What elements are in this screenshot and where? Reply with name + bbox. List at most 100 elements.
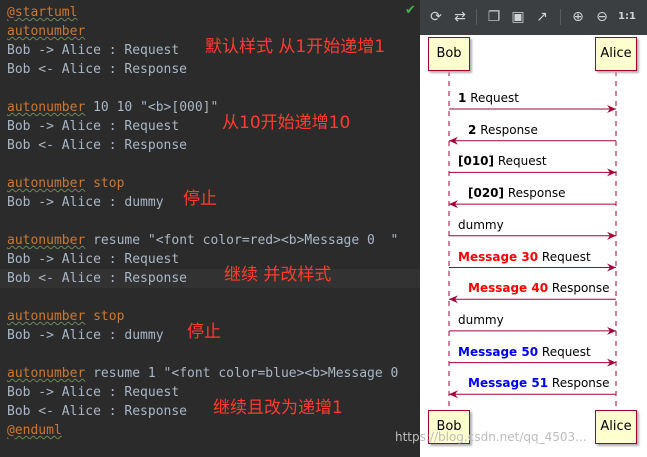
participant-bob-top: Bob [428, 37, 470, 71]
code-text: Bob <- Alice : Response [7, 402, 187, 421]
zoom-out-icon[interactable]: ⊖ [592, 7, 612, 27]
code-text: Bob <- Alice : Response [7, 60, 187, 79]
code-line[interactable] [0, 212, 420, 231]
code-line[interactable]: Bob <- Alice : Response [0, 136, 420, 155]
code-text: autonumber resume 1 "<font color=blue><b… [7, 364, 398, 383]
participant-alice-bottom: Alice [595, 410, 637, 444]
message-label: 1 Request [458, 91, 519, 105]
message-label: Message 50 Request [458, 345, 591, 359]
code-line[interactable]: Bob -> Alice : Request [0, 250, 420, 269]
code-text: @startuml [7, 3, 77, 22]
actual-size-icon[interactable]: 1:1 [617, 7, 637, 27]
code-line[interactable] [0, 345, 420, 364]
code-token: Bob -> Alice : dummy [7, 328, 164, 343]
code-keyword: @enduml [7, 423, 62, 438]
code-token: 10 10 "<b>[000]" [85, 100, 219, 115]
code-token: Bob -> Alice : Request [7, 385, 180, 400]
code-token: Bob -> Alice : Request [7, 119, 180, 134]
annotation-note: 继续 并改样式 [224, 265, 332, 285]
message-label: Message 40 Response [468, 281, 610, 295]
code-line[interactable]: Bob -> Alice : Request [0, 117, 420, 136]
code-token: Bob <- Alice : Response [7, 404, 188, 419]
code-line[interactable] [0, 79, 420, 98]
message-text: Response [551, 376, 610, 391]
participant-alice-top: Alice [595, 37, 637, 71]
code-text: Bob <- Alice : Response [7, 136, 187, 155]
message-number: 1 [458, 91, 467, 105]
code-line[interactable]: Bob <- Alice : Response [0, 402, 420, 421]
code-line[interactable]: autonumber resume "<font color=red><b>Me… [0, 231, 420, 250]
code-token: Bob -> Alice : dummy [7, 195, 164, 210]
code-text: @enduml [7, 421, 62, 440]
code-keyword: stop [85, 176, 125, 191]
toolbar-separator [560, 9, 561, 25]
annotation-note: 默认样式 从1开始递增1 [205, 37, 386, 57]
message-label: [020] Response [468, 186, 566, 200]
annotation-note: 继续且改为递增1 [213, 398, 343, 418]
code-editor[interactable]: @startuml autonumber Bob -> Alice : Reques… [0, 0, 420, 457]
message-text: Response [551, 281, 610, 296]
message-label: [010] Request [458, 154, 547, 168]
zoom-in-icon[interactable]: ⊕ [568, 7, 588, 27]
code-token: Bob -> Alice : Request [7, 43, 180, 58]
message-text: Request [497, 154, 547, 169]
message-label: dummy [458, 313, 504, 327]
code-keyword: @startuml [7, 5, 78, 20]
code-text: Bob -> Alice : dummy [7, 326, 164, 345]
preview-toolbar: ⟳ ⇄ ❐ ▣ ↗ ⊕ ⊖ 1:1 [420, 0, 647, 35]
code-keyword: autonumber [7, 176, 86, 191]
annotation-note: 从10开始递增10 [222, 113, 351, 133]
code-line[interactable]: @startuml [0, 3, 420, 22]
code-text: autonumber 10 10 "<b>[000]" [7, 98, 218, 117]
annotation-note: 停止 [183, 189, 217, 209]
message-label: Message 30 Request [458, 250, 591, 264]
code-text: Bob <- Alice : Response [7, 269, 187, 288]
message-label: dummy [458, 218, 504, 232]
code-keyword: autonumber [7, 366, 86, 381]
save-icon[interactable]: ▣ [508, 7, 528, 27]
code-line[interactable]: Bob -> Alice : Request [0, 383, 420, 402]
message-text: Request [470, 91, 519, 105]
code-line[interactable]: Bob <- Alice : Response [0, 60, 420, 79]
annotation-note: 停止 [187, 322, 221, 342]
code-keyword: autonumber [7, 24, 86, 39]
code-token: Bob <- Alice : Response [7, 138, 188, 153]
message-label: Message 51 Response [468, 376, 610, 390]
code-line[interactable]: @enduml [0, 421, 420, 440]
message-text: Response [507, 186, 566, 201]
code-text: autonumber stop [7, 307, 124, 326]
check-mark-icon: ✔ [405, 3, 416, 18]
code-line[interactable]: autonumber 10 10 "<b>[000]" [0, 98, 420, 117]
code-token: Bob <- Alice : Response [7, 271, 188, 286]
watermark: https://blog.csdn.net/qq_4503... [395, 430, 587, 444]
code-line[interactable]: Bob <- Alice : Response [0, 269, 420, 288]
code-line[interactable]: autonumber resume 1 "<font color=blue><b… [0, 364, 420, 383]
code-token: Bob <- Alice : Response [7, 62, 188, 77]
message-number: Message 51 [468, 376, 549, 391]
diagram-canvas: Bob Alice Bob Alice 1 Request 2 Response [010]… [420, 35, 647, 457]
export-icon[interactable]: ↗ [532, 7, 552, 27]
sync-icon[interactable]: ⇄ [450, 7, 470, 27]
code-line[interactable] [0, 155, 420, 174]
code-text: Bob -> Alice : Request [7, 383, 179, 402]
code-line[interactable] [0, 288, 420, 307]
refresh-icon[interactable]: ⟳ [426, 7, 446, 27]
message-text: Request [541, 344, 591, 359]
code-text: autonumber [7, 22, 85, 41]
message-number: Message 30 [458, 249, 539, 264]
code-text: Bob -> Alice : Request [7, 41, 179, 60]
code-text: Bob -> Alice : Request [7, 117, 179, 136]
code-token: Bob -> Alice : Request [7, 252, 180, 267]
code-text: Bob -> Alice : dummy [7, 193, 164, 212]
copy-icon[interactable]: ❐ [484, 7, 504, 27]
message-text: dummy [458, 217, 504, 232]
message-number: Message 40 [468, 281, 549, 296]
toolbar-separator [476, 9, 477, 25]
code-text: autonumber resume "<font color=red><b>Me… [7, 231, 398, 250]
code-keyword: autonumber [7, 100, 86, 115]
sequence-diagram [448, 71, 617, 410]
message-number: [020] [468, 186, 505, 201]
message-number: Message 50 [458, 344, 539, 359]
code-keyword: stop [85, 309, 125, 324]
diagram-preview: ⟳ ⇄ ❐ ▣ ↗ ⊕ ⊖ 1:1 Bob Alice Bob Alice 1 Request 2 Re… [420, 0, 647, 457]
